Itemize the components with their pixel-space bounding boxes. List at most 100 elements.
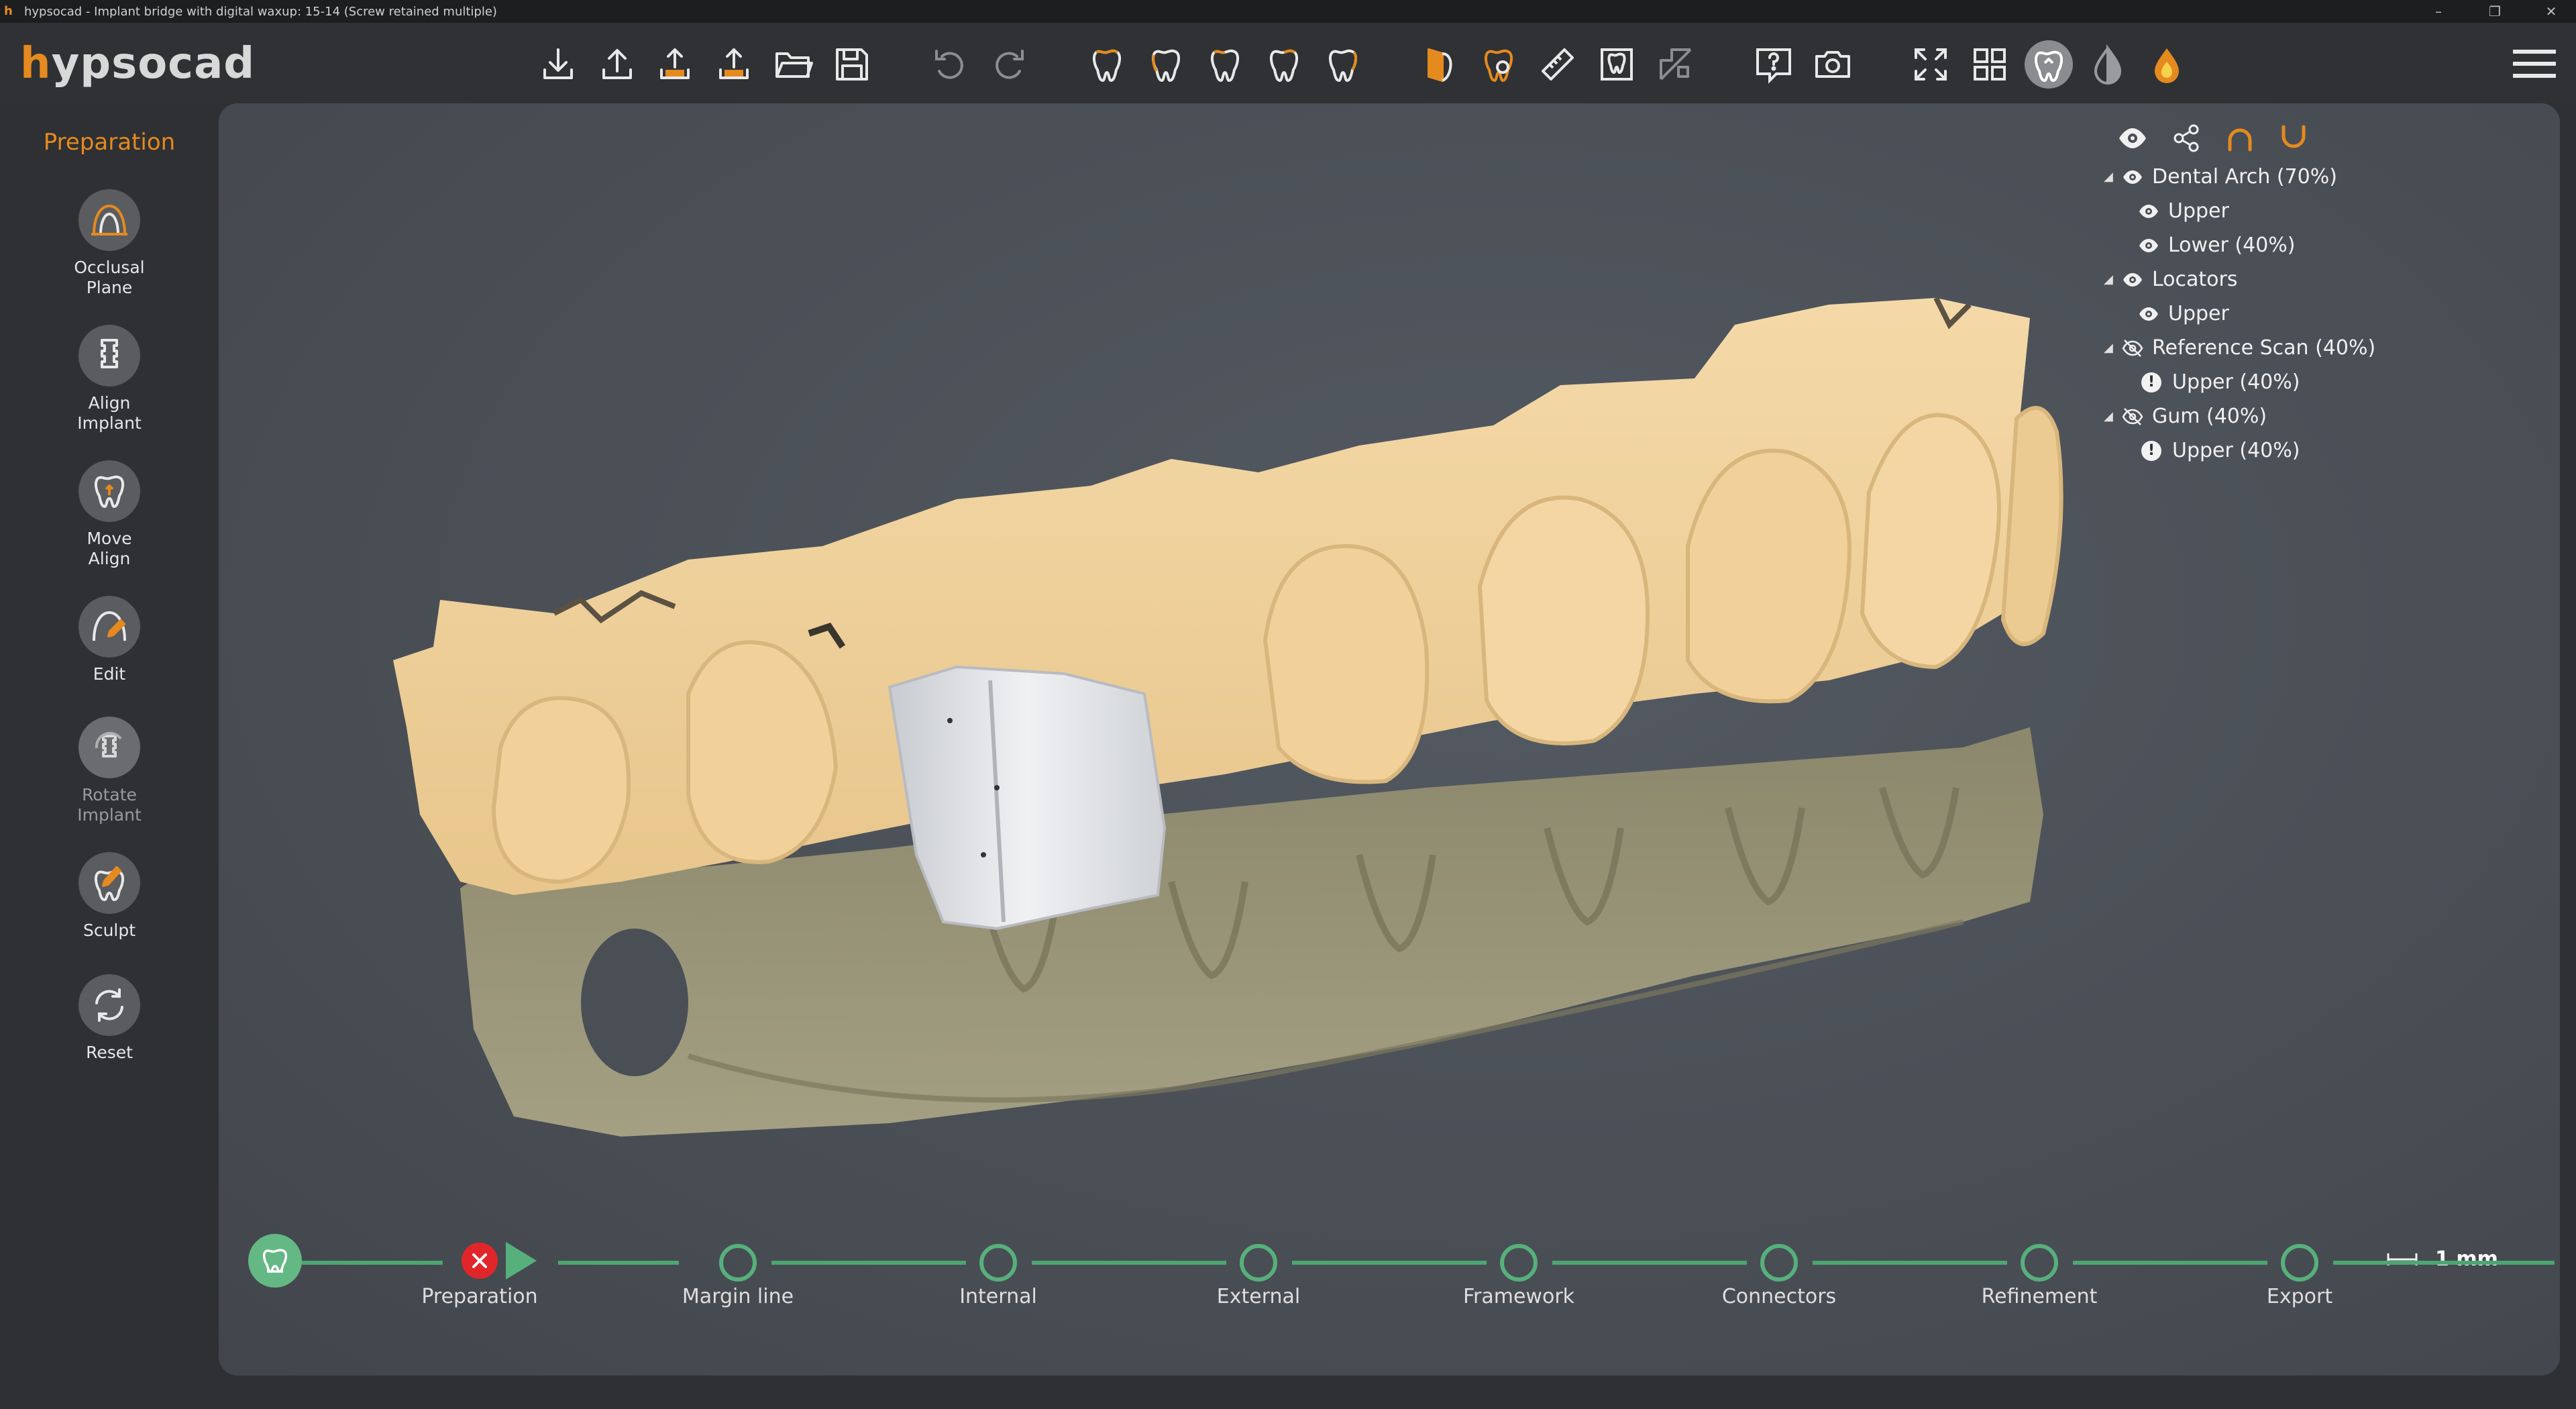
tooth-mode-icon[interactable] [2025,40,2073,89]
step-node-internal[interactable] [979,1244,1017,1282]
tooth-top-view-icon[interactable] [1319,40,1367,89]
tree-item-locators[interactable]: ◢ Locators [2104,262,2533,297]
visibility-eye-icon[interactable] [2117,123,2148,156]
tree-item-lower[interactable]: Lower (40%) [2104,228,2533,262]
sculpt-label: Sculpt [83,921,136,940]
step-label-connectors[interactable]: Connectors [1678,1285,1880,1308]
move-align-button[interactable]: Move Align [0,460,219,569]
eye-hidden-icon[interactable] [2121,405,2144,428]
step-node-export[interactable] [2281,1244,2318,1282]
step-node-framework[interactable] [1500,1244,1538,1282]
eye-icon[interactable] [2121,268,2144,291]
water-drop-icon[interactable] [2084,40,2132,89]
rotate-implant-icon [78,717,140,778]
workflow-connector [1813,1261,2007,1265]
edit-button[interactable]: Edit [0,596,219,684]
share-nodes-icon[interactable] [2171,123,2202,156]
tree-item-label: Reference Scan (40%) [2152,336,2376,360]
occlusal-plane-button[interactable]: Occlusal Plane [0,189,219,298]
tooth-back-view-icon[interactable] [1142,40,1190,89]
save-icon[interactable] [828,40,876,89]
step-node-external[interactable] [1240,1244,1277,1282]
tree-item-reference-scan[interactable]: ◢ Reference Scan (40%) [2104,331,2533,365]
align-implant-label-1: Align [88,393,131,413]
measure-ruler-icon[interactable] [1534,40,1582,89]
tree-item-locators-upper[interactable]: Upper [2104,297,2533,331]
undo-icon[interactable] [926,40,974,89]
occlusal-plane-icon [78,189,140,251]
import-icon[interactable] [534,40,582,89]
export-stl-icon[interactable] [651,40,699,89]
workflow-start-tooth-icon[interactable] [248,1234,302,1288]
tree-item-label: Locators [2152,268,2238,291]
step-label-preparation[interactable]: Preparation [379,1285,580,1308]
run-step-play-icon[interactable] [503,1241,538,1281]
cutting-plane-icon[interactable] [1415,40,1464,89]
cross-section-icon[interactable] [1652,40,1700,89]
step-node-connectors[interactable] [1760,1244,1798,1282]
reset-icon [78,974,140,1036]
bounding-box-icon[interactable] [1593,40,1641,89]
tooth-front-view-icon[interactable] [1083,40,1131,89]
help-icon[interactable] [1750,40,1798,89]
tree-item-dental-arch[interactable]: ◢ Dental Arch (70%) [2104,160,2533,194]
scene-tree-toolbar [2117,119,2533,160]
open-folder-icon[interactable] [769,40,817,89]
collapse-arrow-icon[interactable]: ◢ [2104,170,2121,184]
align-implant-icon [78,325,140,386]
fullscreen-icon[interactable] [1907,40,1955,89]
eye-icon[interactable] [2137,234,2160,257]
tree-item-gum-upper[interactable]: ! Upper (40%) [2104,433,2533,468]
grid-layout-icon[interactable] [1966,40,2014,89]
collapse-arrow-icon[interactable]: ◢ [2104,341,2121,355]
3d-viewport[interactable]: ◢ Dental Arch (70%) Upper Lower (40%) ◢ … [219,103,2560,1375]
align-implant-button[interactable]: Align Implant [0,325,219,433]
step-label-refinement[interactable]: Refinement [1939,1285,2140,1308]
rotate-implant-button[interactable]: Rotate Implant [0,717,219,825]
step-label-margin-line[interactable]: Margin line [637,1285,839,1308]
tree-item-label: Upper [2168,302,2229,325]
sculpt-button[interactable]: Sculpt [0,852,219,941]
upper-arch-icon[interactable] [2224,123,2255,156]
step-node-margin-line[interactable] [719,1244,757,1282]
transparency-toggle-icon[interactable] [1474,40,1523,89]
redo-icon[interactable] [985,40,1033,89]
workflow-connector [771,1261,966,1265]
eye-icon[interactable] [2137,303,2160,325]
export-icon[interactable] [593,40,641,89]
hypsocad-logo: hypsocad [20,39,256,89]
tree-item-upper[interactable]: Upper [2104,194,2533,228]
step-label-export[interactable]: Export [2199,1285,2400,1308]
collapse-arrow-icon[interactable]: ◢ [2104,272,2121,286]
tooth-left-view-icon[interactable] [1201,40,1249,89]
step-label-framework[interactable]: Framework [1418,1285,1619,1308]
tree-item-reference-scan-upper[interactable]: ! Upper (40%) [2104,365,2533,399]
workflow-connector [1032,1261,1226,1265]
eye-hidden-icon[interactable] [2121,337,2144,360]
rotate-implant-label-1: Rotate [82,785,137,804]
minimize-icon[interactable]: – [2427,0,2450,23]
fire-drop-icon[interactable] [2143,40,2191,89]
occlusal-plane-label-1: Occlusal [74,258,145,277]
lower-arch-icon[interactable] [2278,123,2309,156]
step-node-refinement[interactable] [2021,1244,2058,1282]
collapse-arrow-icon[interactable]: ◢ [2104,409,2121,423]
screenshot-icon[interactable] [1809,40,1857,89]
export-html-icon[interactable] [710,40,758,89]
tooth-right-view-icon[interactable] [1260,40,1308,89]
tree-item-gum[interactable]: ◢ Gum (40%) [2104,399,2533,433]
restore-icon[interactable]: ❐ [2483,0,2506,23]
implant-crown[interactable] [888,665,1167,931]
step-error-icon[interactable] [462,1243,498,1279]
main-menu-icon[interactable] [2513,47,2556,81]
step-label-internal[interactable]: Internal [898,1285,1099,1308]
close-icon[interactable]: ✕ [2540,0,2563,23]
step-label-external[interactable]: External [1158,1285,1359,1308]
reset-button[interactable]: Reset [0,974,219,1063]
eye-icon[interactable] [2121,166,2144,189]
workflow-connector [2073,1261,2267,1265]
tree-item-label: Upper [2168,199,2229,223]
workflow-connector [302,1261,443,1265]
eye-icon[interactable] [2137,200,2160,223]
occlusal-plane-label-2: Plane [86,278,133,297]
